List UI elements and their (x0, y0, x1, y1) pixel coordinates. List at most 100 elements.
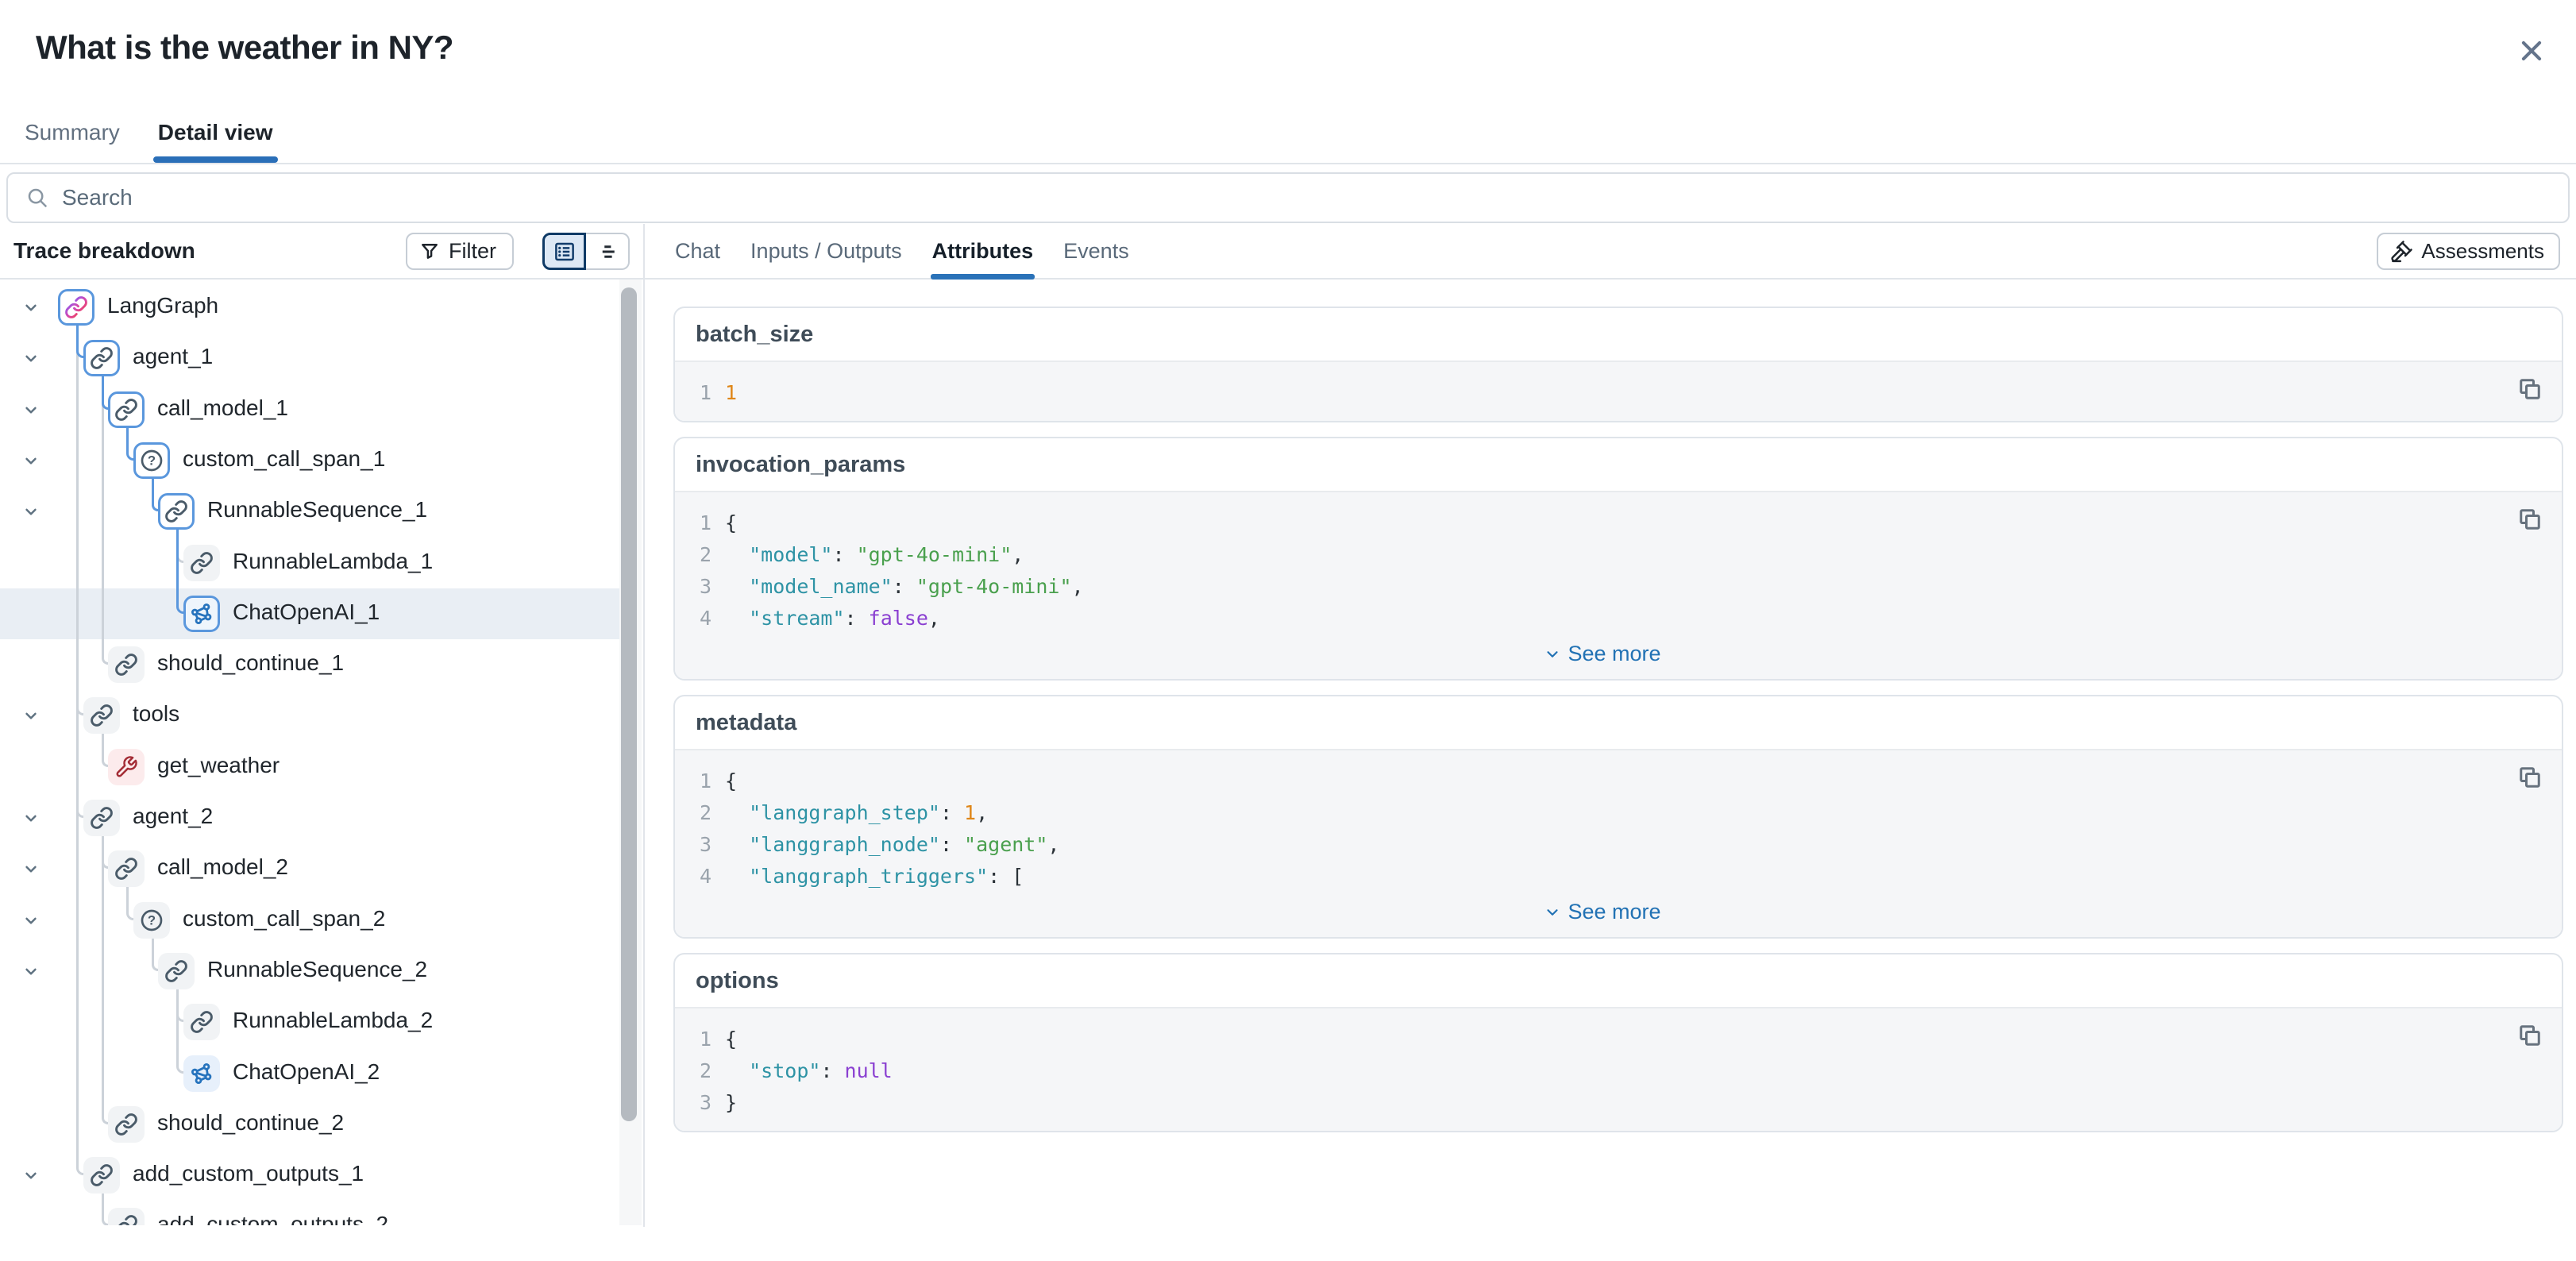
chevron-down-icon[interactable] (21, 705, 41, 726)
tree-node-RunnableSequence_1[interactable]: RunnableSequence_1 (0, 486, 622, 537)
tree-node-LangGraph[interactable]: LangGraph (0, 282, 622, 333)
close-button[interactable] (2514, 33, 2549, 68)
tree-node-tools[interactable]: tools (0, 690, 622, 741)
tree-node-call_model_2[interactable]: call_model_2 (0, 843, 622, 894)
chevron-down-icon[interactable] (21, 858, 41, 879)
chain-icon (158, 953, 195, 989)
code-line: 2 "stop": null (691, 1055, 2514, 1086)
question-icon: ? (133, 442, 170, 479)
chevron-down-icon[interactable] (21, 1165, 41, 1186)
dialog-header: What is the weather in NY? (0, 0, 2576, 103)
tree-node-label: call_model_2 (157, 854, 288, 880)
chevron-down-icon (1544, 904, 1561, 921)
code-text: "stream": false, (725, 607, 940, 630)
tree-node-label: RunnableLambda_2 (233, 1008, 433, 1033)
tree-node-ChatOpenAI_2[interactable]: ChatOpenAI_2 (0, 1048, 622, 1099)
tree-node-should_continue_1[interactable]: should_continue_1 (0, 639, 622, 690)
tab-chat[interactable]: Chat (673, 224, 722, 278)
tree-node-RunnableSequence_2[interactable]: RunnableSequence_2 (0, 946, 622, 997)
chevron-down-icon[interactable] (21, 348, 41, 368)
tree-node-label: ChatOpenAI_2 (233, 1059, 380, 1085)
code-text: "model": "gpt-4o-mini", (725, 543, 1024, 566)
copy-button[interactable] (2516, 1020, 2547, 1051)
code-line: 3 "langgraph_node": "agent", (691, 828, 2514, 860)
tree-node-call_model_1[interactable]: call_model_1 (0, 384, 622, 435)
search-icon (25, 186, 49, 210)
tree-view-toggle-group (542, 233, 630, 270)
tree-node-agent_1[interactable]: agent_1 (0, 333, 622, 384)
line-number: 4 (691, 865, 711, 888)
line-number: 3 (691, 575, 711, 598)
line-number: 2 (691, 543, 711, 566)
see-more-link[interactable]: See more (691, 642, 2514, 666)
tab-summary[interactable]: Summary (21, 120, 123, 163)
model-icon (183, 596, 220, 632)
code-line: 1{ (691, 765, 2514, 796)
code-line: 1{ (691, 507, 2514, 538)
filter-button[interactable]: Filter (406, 233, 514, 270)
code-text: "stop": null (725, 1059, 893, 1082)
tab-events[interactable]: Events (1062, 224, 1131, 278)
see-more-label: See more (1568, 900, 1660, 924)
tree-node-add_custom_outputs_2[interactable]: add_custom_outputs_2 (0, 1201, 622, 1225)
gantt-view-toggle[interactable] (586, 233, 630, 270)
see-more-link[interactable]: See more (691, 900, 2514, 924)
detail-list-icon (553, 240, 577, 264)
tree-node-label: tools (133, 701, 179, 727)
line-number: 1 (691, 769, 711, 792)
tree-node-label: call_model_1 (157, 395, 288, 421)
tree-node-label: RunnableSequence_1 (207, 497, 427, 523)
chevron-down-icon[interactable] (21, 450, 41, 471)
assessments-button[interactable]: Assessments (2377, 233, 2560, 270)
attribute-card-title: batch_size (675, 308, 2562, 361)
tree-node-label: RunnableSequence_2 (207, 957, 427, 982)
code-text: { (725, 1028, 737, 1051)
code-text: "langgraph_node": "agent", (725, 833, 1059, 856)
chevron-down-icon[interactable] (21, 501, 41, 522)
tree-node-ChatOpenAI_1[interactable]: ChatOpenAI_1 (0, 588, 622, 639)
copy-button[interactable] (2516, 503, 2547, 535)
tree-node-custom_call_span_2[interactable]: ?custom_call_span_2 (0, 895, 622, 946)
tree-scrollbar-thumb[interactable] (621, 287, 637, 1121)
tree-node-agent_2[interactable]: agent_2 (0, 792, 622, 843)
chevron-down-icon[interactable] (21, 961, 41, 981)
chain-icon (108, 1106, 145, 1143)
search-box[interactable] (6, 172, 2570, 223)
tab-inputs-outputs[interactable]: Inputs / Outputs (749, 224, 904, 278)
tab-detail-view[interactable]: Detail view (155, 120, 276, 163)
search-input[interactable] (60, 184, 2568, 211)
attribute-card-invocation_params: invocation_params1{2 "model": "gpt-4o-mi… (673, 437, 2563, 681)
chevron-down-icon[interactable] (21, 910, 41, 931)
tree-node-RunnableLambda_1[interactable]: RunnableLambda_1 (0, 538, 622, 588)
detail-list-view-toggle[interactable] (542, 233, 586, 270)
tree-node-RunnableLambda_2[interactable]: RunnableLambda_2 (0, 997, 622, 1047)
trace-breakdown-panel: Trace breakdown Filter (0, 224, 645, 1227)
tree-node-get_weather[interactable]: get_weather (0, 742, 622, 792)
code-line: 2 "langgraph_step": 1, (691, 796, 2514, 828)
model-icon (183, 1055, 220, 1092)
line-number: 2 (691, 1059, 711, 1082)
tab-attributes[interactable]: Attributes (931, 224, 1035, 278)
chevron-down-icon[interactable] (21, 297, 41, 318)
chevron-down-icon[interactable] (21, 399, 41, 420)
line-number: 3 (691, 833, 711, 856)
trace-breakdown-title: Trace breakdown (13, 238, 195, 264)
trace-breakdown-header: Trace breakdown Filter (0, 224, 643, 280)
svg-text:?: ? (148, 913, 156, 928)
tree-node-label: get_weather (157, 753, 280, 778)
code-text: } (725, 1091, 737, 1114)
chain-icon (183, 545, 220, 581)
chevron-down-icon[interactable] (21, 808, 41, 828)
code-line: 4 "stream": false, (691, 602, 2514, 634)
main-tab-bar: Summary Detail view (0, 103, 2576, 164)
copy-button[interactable] (2516, 373, 2547, 405)
tree-node-should_continue_2[interactable]: should_continue_2 (0, 1099, 622, 1150)
tree-node-custom_call_span_1[interactable]: ?custom_call_span_1 (0, 435, 622, 486)
tree-node-add_custom_outputs_1[interactable]: add_custom_outputs_1 (0, 1150, 622, 1201)
tree-scrollbar-track[interactable] (619, 280, 642, 1225)
copy-button[interactable] (2516, 762, 2547, 793)
attribute-card-metadata: metadata1{2 "langgraph_step": 1,3 "langg… (673, 695, 2563, 939)
tree-node-label: should_continue_1 (157, 650, 344, 676)
code-line: 2 "model": "gpt-4o-mini", (691, 538, 2514, 570)
tool-icon (108, 749, 145, 785)
